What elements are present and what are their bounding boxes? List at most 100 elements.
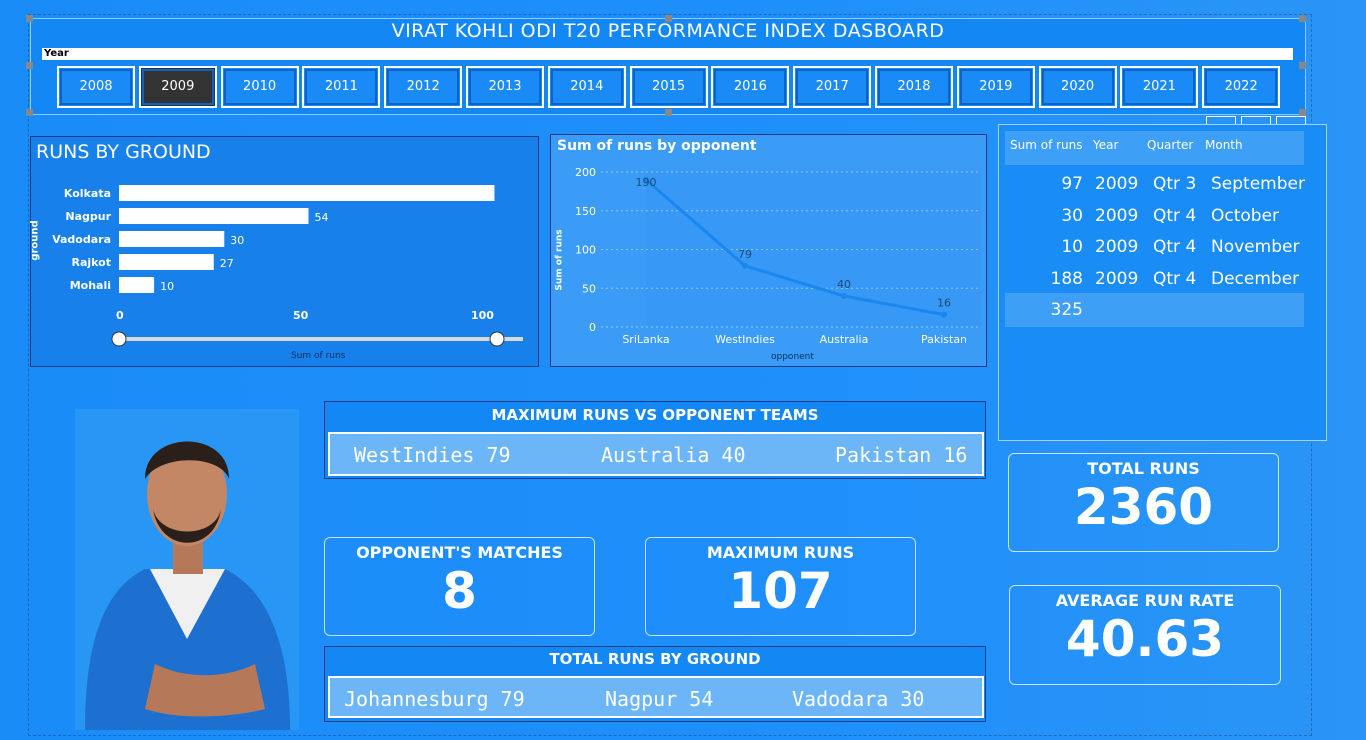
total-runs-value: 2360 [1073, 478, 1214, 536]
maximum-runs-card: MAXIMUM RUNS 107 [645, 537, 916, 636]
max-runs-vs-opponent-marquee: WestIndies 79 Australia 40 Pakistan 16 [328, 432, 984, 476]
total-runs-by-ground-title: TOTAL RUNS BY GROUND [325, 647, 985, 671]
average-run-rate-value: 40.63 [1065, 610, 1225, 668]
bar-category-label: Nagpur [65, 210, 111, 223]
marquee-item: Pakistan 16 [835, 443, 968, 467]
resize-handle[interactable] [665, 109, 672, 116]
year-button-2017[interactable]: 2017 [793, 66, 872, 108]
resize-handle[interactable] [1299, 109, 1306, 116]
x-tick-label: Pakistan [921, 333, 967, 346]
table-row[interactable]: 10 2009 Qtr 4 November [1005, 234, 1304, 262]
column-header[interactable]: Quarter [1147, 138, 1193, 152]
table-cell-runs: 30 [1061, 205, 1083, 226]
year-button-2009[interactable]: 2009 [138, 66, 217, 108]
bar-data-label: 10 [160, 280, 174, 293]
year-button-2021[interactable]: 2021 [1120, 66, 1199, 108]
table-cell-year: 2009 [1095, 268, 1139, 289]
resize-handle[interactable] [26, 15, 33, 22]
year-button-2012[interactable]: 2012 [384, 66, 463, 108]
year-button-2008[interactable]: 2008 [57, 66, 135, 108]
x-tick-label: 0 [116, 309, 124, 322]
data-label: 16 [937, 297, 951, 310]
data-label: 40 [837, 278, 851, 291]
year-button-2022[interactable]: 2022 [1202, 66, 1281, 108]
data-point-westindies[interactable] [742, 262, 748, 269]
table-cell-quarter: Qtr 4 [1153, 205, 1197, 226]
runs-by-month-table: Sum of runs Year Quarter Month 97 2009 Qtr… [998, 124, 1327, 441]
opponents-matches-card: OPPONENT'S MATCHES 8 [324, 537, 595, 636]
bar-category-label: Vadodara [52, 233, 111, 246]
total-runs-by-ground-card: TOTAL RUNS BY GROUND Johannesburg 79 Nag… [324, 646, 986, 722]
runs-by-ground-panel: RUNS BY GROUND ground Kolkata Nagpur 54 Vad… [30, 136, 539, 367]
bar-rajkot[interactable] [119, 254, 214, 270]
bar-nagpur[interactable] [119, 208, 309, 224]
runs-by-opponent-chart: 200 150 100 50 0 190 SriLanka 79 WestIndies 40 Aus… [575, 166, 981, 346]
runs-by-ground-chart: Kolkata Nagpur 54 Vadodara 30 Rajkot 27 Mohali 1… [52, 185, 523, 347]
x-tick-label: SriLanka [622, 333, 669, 346]
y-tick-label: 50 [582, 282, 596, 295]
table-cell-runs: 97 [1061, 174, 1083, 194]
table-header-row: Sum of runs Year Quarter Month [1005, 131, 1304, 165]
year-button-2015[interactable]: 2015 [629, 66, 708, 108]
x-tick-label: 100 [471, 309, 494, 322]
year-button-2020[interactable]: 2020 [1038, 66, 1117, 108]
bar-data-label: 30 [230, 234, 244, 247]
bar-category-label: Kolkata [64, 187, 111, 200]
column-header[interactable]: Sum of runs [1010, 138, 1083, 152]
marquee-item: Nagpur 54 [605, 687, 714, 711]
marquee-item: Australia 40 [601, 443, 746, 467]
table-row[interactable]: 188 2009 Qtr 4 December [1005, 266, 1304, 294]
total-runs-label: TOTAL RUNS [1087, 459, 1200, 478]
x-tick-label: 50 [293, 309, 309, 322]
table-total-value: 325 [1050, 300, 1083, 320]
year-button-2013[interactable]: 2013 [466, 66, 544, 108]
max-runs-vs-opponent-card: MAXIMUM RUNS VS OPPONENT TEAMS WestIndie… [324, 401, 986, 479]
bar-kolkata[interactable] [119, 185, 495, 201]
table-row[interactable]: 97 2009 Qtr 3 September [1005, 171, 1305, 199]
bar-mohali[interactable] [119, 277, 155, 293]
table-cell-month: December [1211, 268, 1300, 289]
resize-handle[interactable] [26, 62, 33, 69]
y-tick-label: 200 [575, 166, 596, 179]
dashboard-title: VIRAT KOHLI ODI T20 PERFORMANCE INDEX DA… [391, 20, 945, 42]
year-button-2011[interactable]: 2011 [302, 66, 381, 108]
maximum-runs-value: 107 [728, 562, 833, 620]
table-cell-runs: 188 [1050, 268, 1083, 289]
table-row[interactable]: 30 2009 Qtr 4 October [1005, 203, 1304, 231]
y-tick-label: 100 [575, 244, 596, 257]
marquee-item: Vadodara 30 [792, 687, 925, 711]
y-tick-label: 0 [589, 321, 596, 334]
total-runs-card: TOTAL RUNS 2360 [1008, 453, 1279, 552]
bar-vadodara[interactable] [119, 231, 225, 247]
year-button-2016[interactable]: 2016 [711, 66, 790, 108]
data-label: 190 [636, 176, 657, 189]
slider-max-handle[interactable] [489, 331, 505, 347]
resize-handle[interactable] [26, 109, 33, 116]
resize-handle[interactable] [1299, 62, 1306, 69]
total-runs-by-ground-marquee: Johannesburg 79 Nagpur 54 Vadodara 30 [328, 676, 984, 718]
bar-data-label: 54 [314, 211, 328, 224]
resize-handle[interactable] [1299, 15, 1306, 22]
average-run-rate-card: AVERAGE RUN RATE 40.63 [1009, 585, 1281, 685]
marquee-item: WestIndies 79 [354, 443, 511, 467]
player-photo [75, 409, 299, 730]
table-cell-runs: 10 [1061, 237, 1083, 257]
year-button-2010[interactable]: 2010 [220, 66, 299, 108]
year-button-2019[interactable]: 2019 [956, 66, 1035, 108]
column-header[interactable]: Year [1093, 138, 1118, 152]
data-label: 79 [738, 248, 752, 261]
data-point-australia[interactable] [841, 293, 847, 299]
runs-by-opponent-panel: Sum of runs by opponent Sum of runs oppo… [550, 134, 987, 367]
table-cell-quarter: Qtr 3 [1153, 174, 1197, 194]
opponents-matches-value: 8 [442, 562, 477, 620]
x-tick-label: Australia [820, 333, 869, 346]
resize-handle[interactable] [665, 15, 672, 22]
column-header[interactable]: Month [1205, 138, 1243, 152]
table-cell-quarter: Qtr 4 [1153, 237, 1197, 257]
table-cell-month: October [1211, 205, 1280, 226]
slider-min-handle[interactable] [111, 331, 127, 347]
year-button-2018[interactable]: 2018 [875, 66, 953, 108]
table-cell-month: November [1211, 237, 1300, 257]
data-point-pakistan[interactable] [941, 311, 947, 318]
year-button-2014[interactable]: 2014 [547, 66, 626, 108]
